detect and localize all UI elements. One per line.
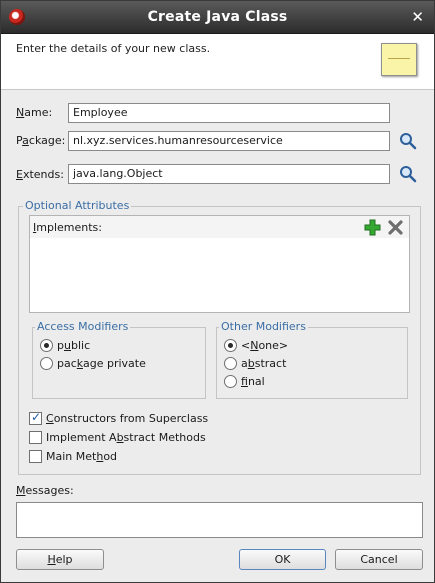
package-label: Package: — [16, 134, 66, 147]
public-label[interactable]: public — [57, 339, 90, 352]
dialog-header: Enter the details of your new class. — [1, 34, 434, 90]
title-bar[interactable]: Create Java Class ✕ — [1, 1, 434, 34]
optional-attributes-title: Optional Attributes — [23, 199, 132, 212]
main-method-checkbox[interactable] — [29, 450, 42, 463]
dialog-window: Create Java Class ✕ Enter the details of… — [0, 0, 435, 583]
final-label[interactable]: final — [241, 375, 265, 388]
abstract-radio[interactable] — [224, 357, 237, 370]
extends-label: Extends: — [16, 168, 64, 181]
package-private-label[interactable]: package private — [57, 357, 146, 370]
add-interface-icon[interactable] — [364, 219, 381, 236]
package-private-radio[interactable] — [40, 357, 53, 370]
cancel-button[interactable]: Cancel — [335, 549, 423, 570]
final-radio[interactable] — [224, 375, 237, 388]
abstract-methods-checkbox[interactable] — [29, 431, 42, 444]
help-button[interactable]: Help — [16, 549, 104, 570]
package-input[interactable]: nl.xyz.services.humanresourceservice — [68, 131, 390, 151]
name-input[interactable]: Employee — [68, 103, 390, 123]
remove-interface-icon[interactable] — [387, 219, 404, 236]
ok-button[interactable]: OK — [239, 549, 326, 570]
window-title: Create Java Class — [147, 9, 288, 25]
none-label[interactable]: <None> — [241, 339, 288, 352]
implements-header: Implements: — [29, 215, 410, 239]
other-modifiers-title: Other Modifiers — [219, 320, 308, 333]
extends-input[interactable]: java.lang.Object — [68, 164, 390, 184]
extends-search-icon[interactable] — [399, 165, 417, 183]
main-method-label[interactable]: Main Method — [46, 450, 117, 463]
public-radio[interactable] — [40, 339, 53, 352]
none-radio[interactable] — [224, 339, 237, 352]
package-search-icon[interactable] — [399, 132, 417, 150]
implements-list[interactable] — [29, 238, 410, 313]
messages-area — [16, 502, 423, 538]
access-modifiers-title: Access Modifiers — [35, 320, 131, 333]
abstract-label[interactable]: abstract — [241, 357, 286, 370]
header-description: Enter the details of your new class. — [16, 42, 211, 55]
name-label: Name: — [16, 106, 53, 119]
abstract-methods-label[interactable]: Implement Abstract Methods — [46, 431, 206, 444]
close-icon[interactable]: ✕ — [411, 8, 424, 26]
implements-label: Implements: — [33, 221, 102, 234]
constructors-label[interactable]: Constructors from Superclass — [46, 412, 208, 425]
class-wizard-icon — [381, 43, 417, 76]
messages-label: Messages: — [16, 484, 74, 497]
constructors-checkbox[interactable] — [29, 410, 42, 425]
